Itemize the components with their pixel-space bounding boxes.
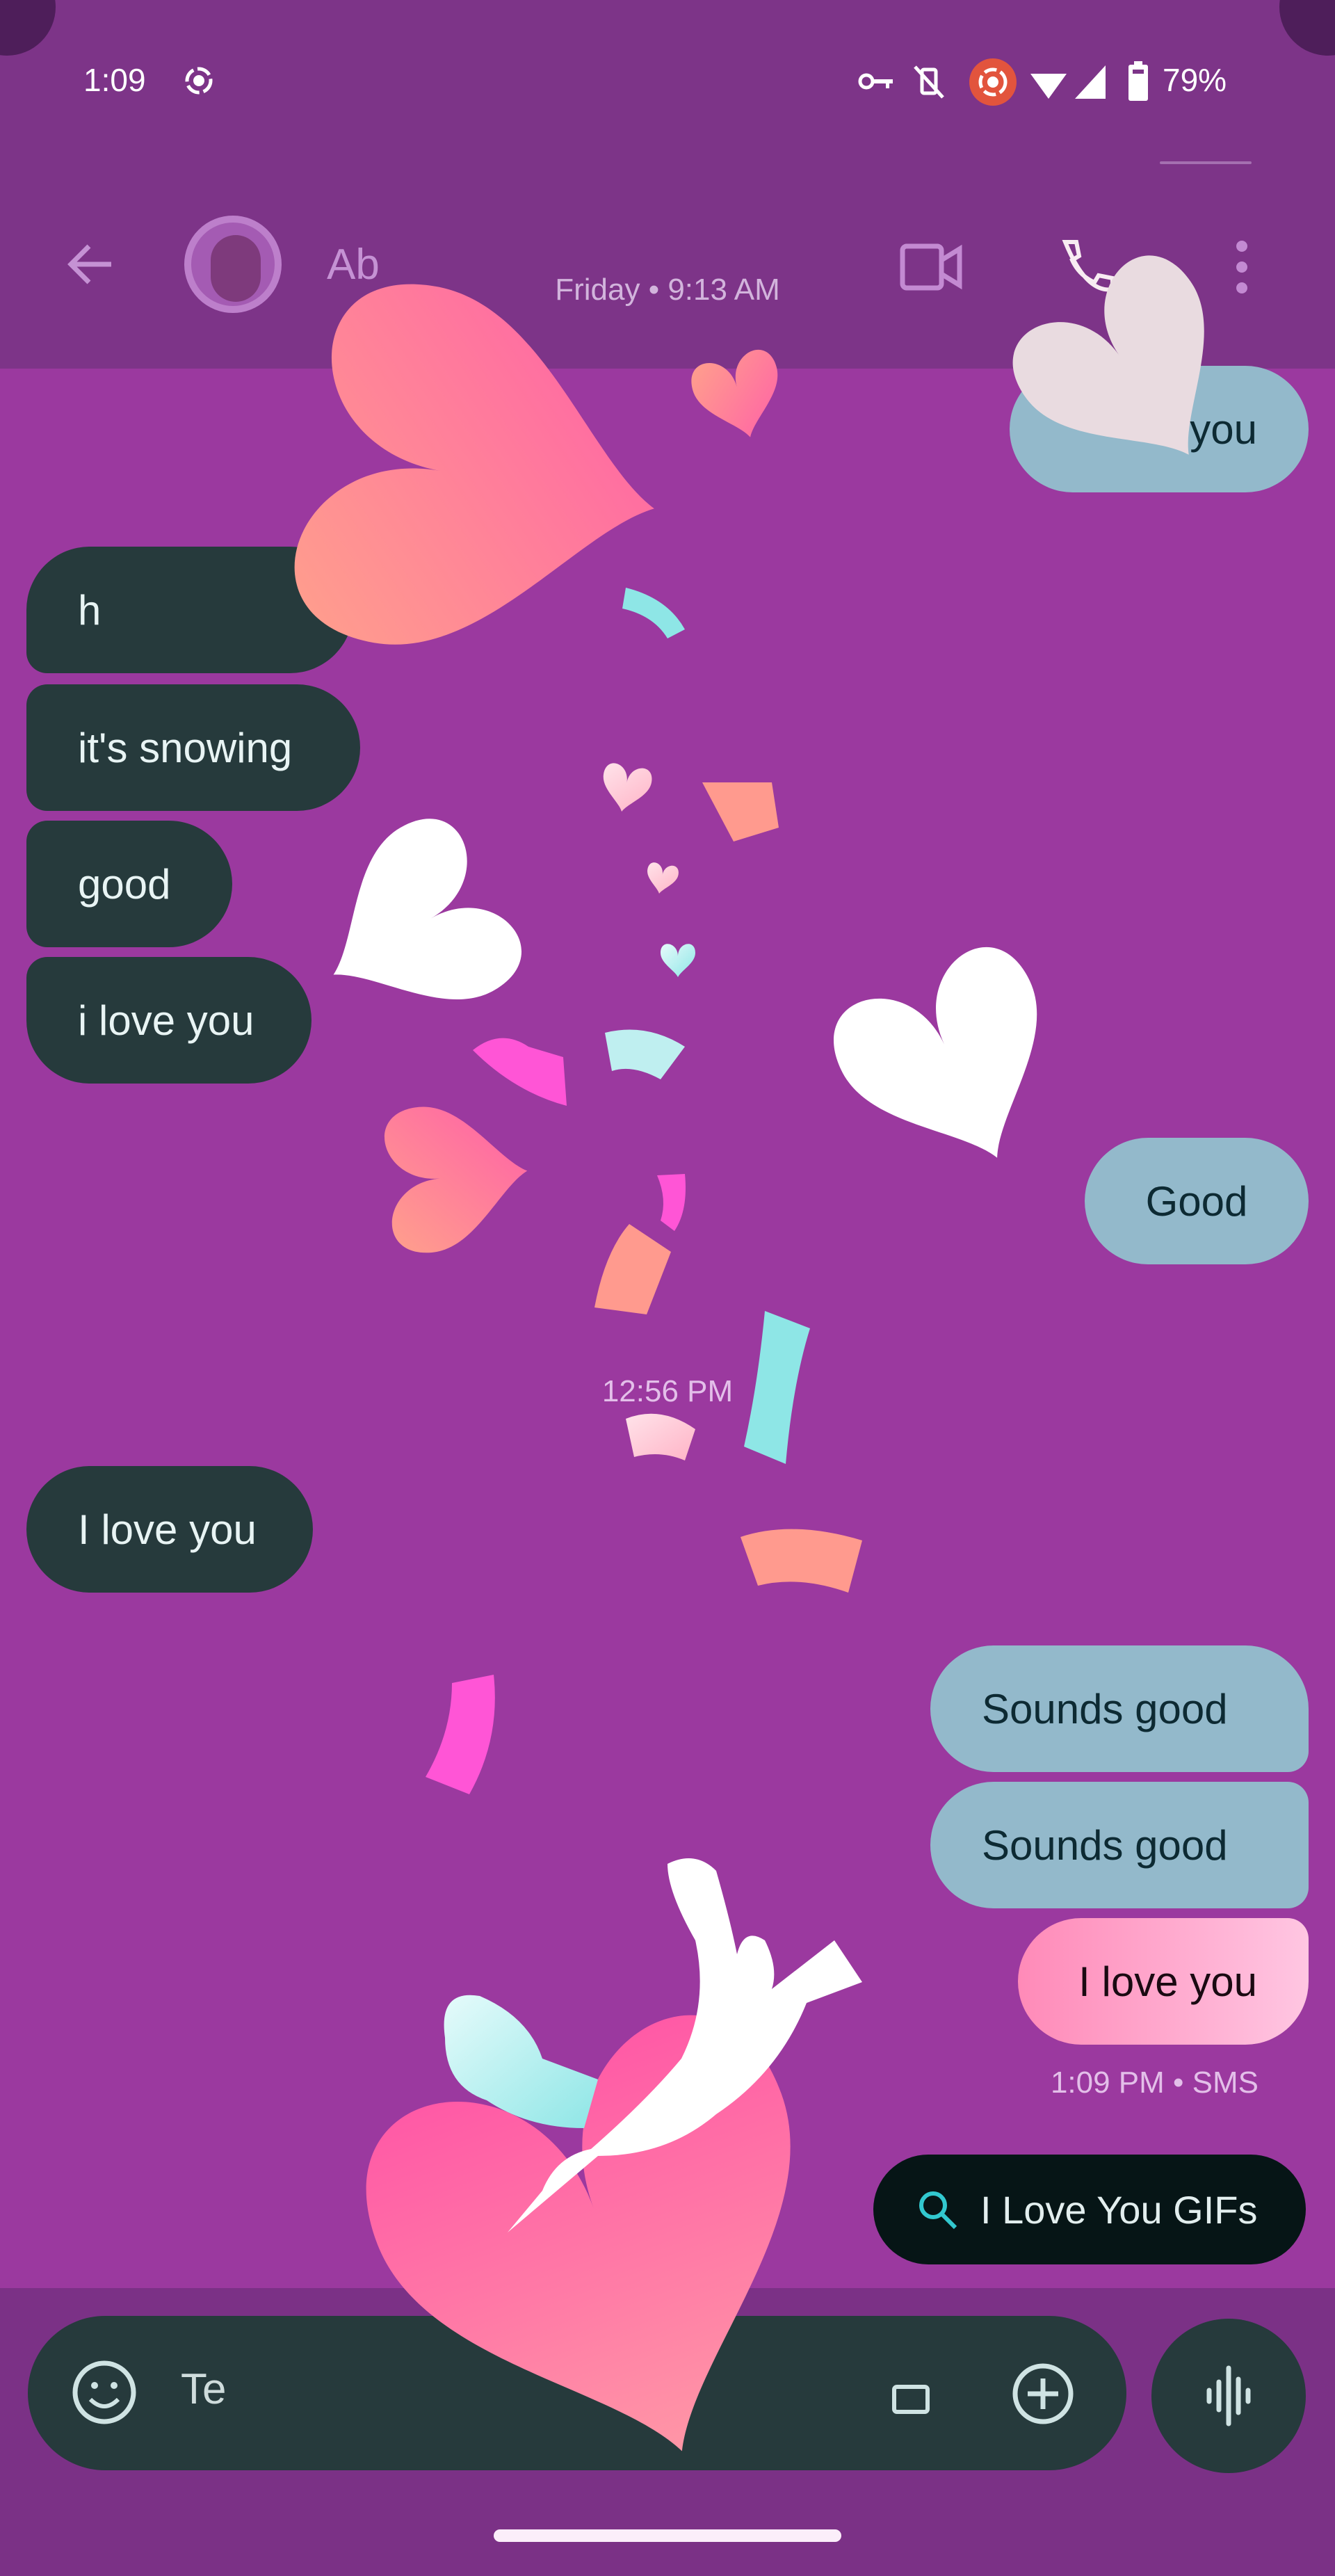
- heart-shape: [818, 933, 1092, 1202]
- message-bubble-incoming[interactable]: h: [26, 547, 353, 673]
- message-bubble-incoming[interactable]: I love you: [26, 1466, 313, 1593]
- message-text: it's snowing: [78, 724, 293, 771]
- message-text: i love you: [78, 997, 254, 1044]
- voice-message-button[interactable]: [1151, 2319, 1306, 2473]
- header-divider: [1160, 161, 1252, 164]
- battery-percent: 79%: [1163, 62, 1227, 98]
- dove-body: [508, 1858, 862, 2232]
- screen-record-icon: [182, 64, 216, 97]
- message-text: Sounds good: [982, 1685, 1228, 1732]
- message-bubble-outgoing[interactable]: Good: [1085, 1138, 1309, 1264]
- confetti-piece: [605, 1029, 685, 1079]
- heart-shape: [661, 944, 695, 977]
- message-bubble-incoming[interactable]: it's snowing: [26, 684, 360, 811]
- time-separator: 12:56 PM: [601, 1374, 734, 1408]
- message-input[interactable]: Te: [28, 2316, 1126, 2470]
- confetti-piece: [702, 782, 779, 842]
- message-text: h: [78, 586, 102, 634]
- message-bubble-incoming[interactable]: i love you: [26, 957, 312, 1084]
- signal-icon: [1074, 64, 1107, 104]
- confetti-piece: [426, 1675, 495, 1794]
- voice-wave-icon: [1206, 2365, 1251, 2426]
- wifi-icon: [1029, 65, 1068, 104]
- confetti-piece: [626, 1413, 695, 1460]
- confetti-piece: [473, 1038, 567, 1106]
- message-text: good: [78, 860, 171, 908]
- confetti-piece: [622, 588, 685, 638]
- confetti-piece: [657, 1174, 686, 1231]
- dove-wing-back: [444, 1995, 598, 2128]
- message-bubble-outgoing-love[interactable]: I love you: [1018, 1918, 1309, 2045]
- battery-icon: [1128, 61, 1149, 105]
- message-text: you: [1190, 405, 1257, 453]
- message-text: Good: [1145, 1177, 1248, 1225]
- dove-illustration: [444, 1858, 862, 2232]
- heart-shape: [382, 1097, 534, 1256]
- gif-suggestion-label: I Love You GIFs: [980, 2187, 1258, 2232]
- message-input-placeholder: Te: [181, 2365, 227, 2413]
- app-header: [0, 0, 1335, 369]
- confetti-piece: [741, 1529, 862, 1593]
- add-circle-icon[interactable]: [1010, 2360, 1076, 2427]
- home-indicator[interactable]: [494, 2529, 841, 2542]
- heart-shape: [286, 803, 536, 1056]
- message-bubble-outgoing[interactable]: you: [1010, 366, 1309, 492]
- vpn-key-icon: [858, 70, 894, 97]
- image-icon[interactable]: [890, 2374, 932, 2416]
- vibrate-off-icon: [912, 64, 946, 104]
- heart-shape: [597, 762, 654, 816]
- message-status: 1:09 PM • SMS: [1050, 2066, 1259, 2100]
- cast-record-icon: [969, 58, 1017, 106]
- message-text: Sounds good: [982, 1821, 1228, 1869]
- message-bubble-incoming[interactable]: good: [26, 821, 232, 947]
- search-icon: [919, 2191, 957, 2230]
- emoji-icon[interactable]: [70, 2358, 139, 2427]
- message-text: I love you: [1078, 1958, 1257, 2005]
- confetti-piece: [594, 1224, 671, 1314]
- message-bubble-outgoing[interactable]: Sounds good: [930, 1782, 1309, 1908]
- date-separator: Friday • 9:13 AM: [555, 273, 780, 307]
- message-text: I love you: [78, 1506, 257, 1553]
- gif-suggestion-chip[interactable]: I Love You GIFs: [873, 2155, 1306, 2264]
- message-bubble-outgoing[interactable]: Sounds good: [930, 1645, 1309, 1772]
- status-time: 1:09: [83, 62, 146, 98]
- heart-shape: [643, 861, 680, 896]
